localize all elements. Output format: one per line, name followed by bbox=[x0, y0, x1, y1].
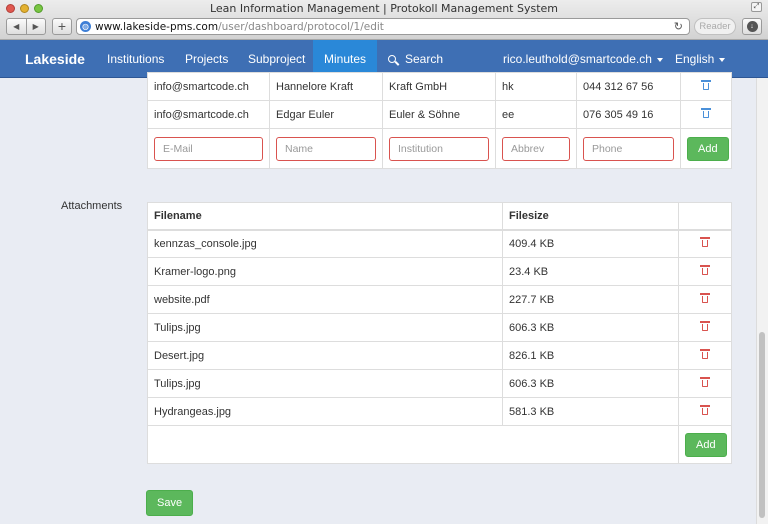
fullscreen-icon[interactable]: ⤢ bbox=[751, 2, 762, 12]
scrollbar-thumb[interactable] bbox=[759, 332, 765, 518]
reader-button[interactable]: Reader bbox=[694, 18, 736, 35]
abbrev-input[interactable]: Abbrev bbox=[502, 136, 570, 161]
contact-name: Edgar Euler bbox=[269, 100, 383, 129]
trash-icon[interactable] bbox=[700, 405, 710, 415]
table-row: Desert.jpg 826.1 KB bbox=[147, 341, 732, 370]
trash-icon[interactable] bbox=[701, 108, 711, 118]
brand-logo[interactable]: Lakeside bbox=[25, 40, 85, 78]
filesize: 23.4 KB bbox=[502, 257, 679, 286]
contact-phone: 044 312 67 56 bbox=[576, 72, 681, 101]
table-row: website.pdf 227.7 KB bbox=[147, 285, 732, 314]
table-row: info@smartcode.ch Edgar Euler Euler & Sö… bbox=[147, 100, 732, 129]
table-row: Tulips.jpg 606.3 KB bbox=[147, 313, 732, 342]
filesize: 606.3 KB bbox=[502, 313, 679, 342]
contact-phone: 076 305 49 16 bbox=[576, 100, 681, 129]
add-attachment-button[interactable]: Add bbox=[685, 432, 727, 457]
back-arrow-icon[interactable]: ◀ bbox=[7, 19, 27, 34]
delete-contact-cell bbox=[680, 100, 732, 129]
attachments-table: Filename Filesize kennzas_console.jpg 409… bbox=[147, 202, 732, 464]
trash-icon[interactable] bbox=[700, 321, 710, 331]
filesize: 606.3 KB bbox=[502, 369, 679, 398]
trash-icon[interactable] bbox=[700, 293, 710, 303]
table-row: Tulips.jpg 606.3 KB bbox=[147, 369, 732, 398]
name-input[interactable]: Name bbox=[276, 136, 376, 161]
address-bar[interactable]: ◍ www.lakeside-pms.com/user/dashboard/pr… bbox=[76, 18, 690, 35]
contact-name: Hannelore Kraft bbox=[269, 72, 383, 101]
table-header-row: Filename Filesize bbox=[147, 202, 732, 231]
trash-icon[interactable] bbox=[700, 377, 710, 387]
email-input[interactable]: E-Mail bbox=[154, 136, 263, 161]
filesize: 409.4 KB bbox=[502, 229, 679, 258]
table-row: kennzas_console.jpg 409.4 KB bbox=[147, 229, 732, 258]
user-email: rico.leuthold@smartcode.ch bbox=[503, 52, 652, 66]
delete-contact-cell bbox=[680, 72, 732, 101]
contact-abbrev: hk bbox=[495, 72, 577, 101]
contact-abbrev: ee bbox=[495, 100, 577, 129]
contact-email: info@smartcode.ch bbox=[147, 72, 270, 101]
reload-icon[interactable]: ↻ bbox=[668, 20, 689, 33]
filesize: 227.7 KB bbox=[502, 285, 679, 314]
add-attachment-row: Add bbox=[147, 425, 732, 464]
filesize: 826.1 KB bbox=[502, 341, 679, 370]
trash-icon[interactable] bbox=[700, 265, 710, 275]
url-host: www.lakeside-pms.com bbox=[95, 20, 219, 33]
filename[interactable]: kennzas_console.jpg bbox=[147, 229, 503, 258]
table-row: Kramer-logo.png 23.4 KB bbox=[147, 257, 732, 286]
institution-input[interactable]: Institution bbox=[389, 136, 489, 161]
actions-header bbox=[678, 202, 732, 231]
filename[interactable]: Tulips.jpg bbox=[147, 369, 503, 398]
filesize: 581.3 KB bbox=[502, 397, 679, 426]
filename[interactable]: Tulips.jpg bbox=[147, 313, 503, 342]
trash-icon[interactable] bbox=[700, 237, 710, 248]
filename[interactable]: Desert.jpg bbox=[147, 341, 503, 370]
search-icon bbox=[388, 55, 396, 63]
history-buttons: ◀ ▶ bbox=[6, 18, 46, 35]
window-title: Lean Information Management | Protokoll … bbox=[209, 2, 559, 15]
filename[interactable]: website.pdf bbox=[147, 285, 503, 314]
globe-icon: ◍ bbox=[80, 21, 91, 32]
trash-icon[interactable] bbox=[700, 349, 710, 359]
downloads-button[interactable]: ↓ bbox=[742, 18, 762, 35]
forward-arrow-icon[interactable]: ▶ bbox=[27, 19, 46, 34]
filesize-header: Filesize bbox=[502, 202, 679, 231]
search-label: Search bbox=[405, 52, 444, 66]
chevron-down-icon bbox=[719, 57, 726, 62]
url-path: /user/dashboard/protocol/1/edit bbox=[218, 20, 384, 33]
table-row: Hydrangeas.jpg 581.3 KB bbox=[147, 397, 732, 426]
language-label: English bbox=[675, 52, 715, 66]
phone-input[interactable]: Phone bbox=[583, 136, 674, 161]
save-button[interactable]: Save bbox=[146, 490, 194, 516]
add-contact-button[interactable]: Add bbox=[687, 136, 729, 161]
new-contact-row: E-Mail Name Institution Abbrev Phone Add bbox=[147, 128, 732, 169]
attachments-label: Attachments bbox=[61, 200, 123, 212]
contacts-table: info@smartcode.ch Hannelore Kraft Kraft … bbox=[147, 72, 732, 169]
new-tab-button[interactable]: + bbox=[52, 18, 72, 35]
download-icon: ↓ bbox=[746, 21, 758, 32]
trash-icon[interactable] bbox=[701, 80, 711, 90]
filename-header: Filename bbox=[147, 202, 503, 231]
chevron-down-icon bbox=[656, 57, 663, 62]
filename[interactable]: Hydrangeas.jpg bbox=[147, 397, 503, 426]
browser-chrome: Lean Information Management | Protokoll … bbox=[0, 0, 768, 40]
contact-email: info@smartcode.ch bbox=[147, 100, 270, 129]
filename[interactable]: Kramer-logo.png bbox=[147, 257, 503, 286]
table-row: info@smartcode.ch Hannelore Kraft Kraft … bbox=[147, 72, 732, 101]
contact-institution: Euler & Söhne bbox=[382, 100, 496, 129]
contact-institution: Kraft GmbH bbox=[382, 72, 496, 101]
